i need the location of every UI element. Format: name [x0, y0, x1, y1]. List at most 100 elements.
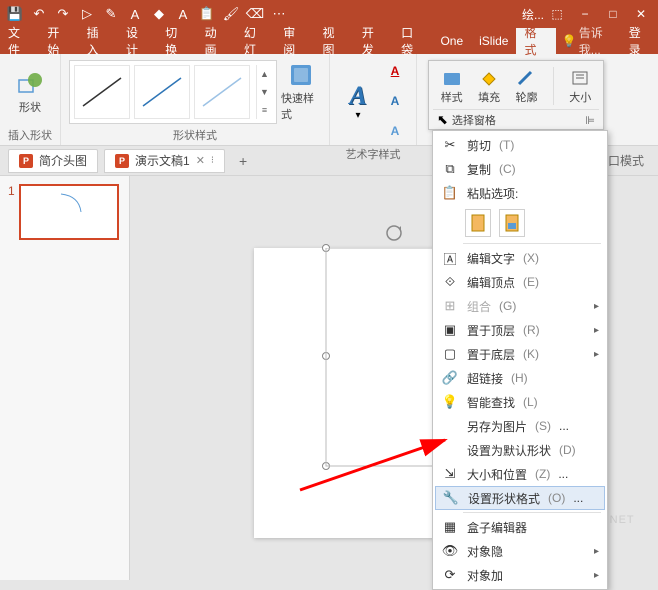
add-tab-button[interactable]: + — [231, 149, 255, 173]
doc-tab-2[interactable]: P 演示文稿1 ✕ ⁝ — [104, 149, 225, 173]
shapes-icon — [16, 69, 44, 97]
quick-access-toolbar: 💾 ↶ ↷ ▷ ✎ A ◆ A 📋 🖌 ⌫ ⋯ — [4, 3, 290, 25]
obj-load-icon: ⟳ — [441, 566, 459, 584]
close-icon[interactable]: ✕ — [628, 3, 654, 25]
redo-icon[interactable]: ↷ — [52, 3, 74, 25]
shape-style-3[interactable] — [194, 65, 250, 119]
tab-format[interactable]: 格式 — [516, 28, 555, 54]
select-pane-label[interactable]: 选择窗格 — [452, 112, 496, 128]
ctx-edit-points[interactable]: ⟐编辑顶点(E) — [435, 270, 605, 294]
outline-button[interactable]: 轮廓 — [515, 67, 537, 105]
box-editor-icon: ▦ — [441, 518, 459, 536]
start-from-beginning-icon[interactable]: ▷ — [76, 3, 98, 25]
ctx-paste-options-label: 📋粘贴选项: — [435, 181, 605, 205]
ctx-group: ⊞组合(G)▸ — [435, 294, 605, 318]
tab-pocket[interactable]: 口袋 — [393, 28, 432, 54]
paste-options — [435, 205, 605, 241]
wordart-icon: A — [344, 82, 372, 110]
tellme[interactable]: 💡 告诉我... — [562, 24, 623, 58]
rotation-handle[interactable] — [385, 224, 403, 242]
ctx-cut[interactable]: ✂剪切(T) — [435, 133, 605, 157]
undo-icon[interactable]: ↶ — [28, 3, 50, 25]
more-icon[interactable]: ⋯ — [268, 3, 290, 25]
edit-text-icon: 🄰 — [441, 249, 459, 267]
tab-animation[interactable]: 动画 — [197, 28, 236, 54]
close-tab-icon[interactable]: ✕ — [196, 154, 205, 167]
ctx-copy[interactable]: ⧉复制(C) — [435, 157, 605, 181]
ctx-save-as-picture[interactable]: 另存为图片(S)... — [435, 414, 605, 438]
clear-format-icon[interactable]: ⌫ — [244, 3, 266, 25]
shape-style-1[interactable] — [74, 65, 130, 119]
context-menu: ✂剪切(T) ⧉复制(C) 📋粘贴选项: 🄰编辑文字(X) ⟐编辑顶点(E) ⊞… — [432, 130, 608, 590]
fill-button[interactable]: 填充 — [478, 67, 500, 105]
paste-picture[interactable] — [499, 209, 525, 237]
paste-keep-formatting[interactable] — [465, 209, 491, 237]
group-icon: ⊞ — [441, 297, 459, 315]
shape-style-2[interactable] — [134, 65, 190, 119]
paste-icon: 📋 — [441, 184, 459, 202]
doc-tab-1[interactable]: P 简介头图 — [8, 149, 98, 173]
ribbon-group-insert-shapes: 形状 插入形状 — [0, 54, 61, 145]
tab-onekey[interactable]: One — [432, 28, 471, 54]
ribbon-options-icon[interactable]: ⬚ — [544, 3, 570, 25]
hyperlink-icon: 🔗 — [441, 369, 459, 387]
shape-fill-icon[interactable]: ◆ — [148, 3, 170, 25]
text-effects-icon[interactable]: A — [172, 3, 194, 25]
tab-design[interactable]: 设计 — [118, 28, 157, 54]
ctx-set-default-shape[interactable]: 设置为默认形状(D) — [435, 438, 605, 462]
ctx-format-shape[interactable]: 🔧设置形状格式(O)... — [435, 486, 605, 510]
ctx-send-back[interactable]: ▢置于底层(K)▸ — [435, 342, 605, 366]
tab-transition[interactable]: 切换 — [157, 28, 196, 54]
tab-develop[interactable]: 开发 — [354, 28, 393, 54]
font-color-icon[interactable]: A — [124, 3, 146, 25]
shapes-button[interactable]: 形状 — [10, 62, 50, 122]
ctx-box-editor[interactable]: ▦盒子编辑器 — [435, 515, 605, 539]
format-painter-icon[interactable]: 🖌 — [220, 3, 242, 25]
style-icon — [442, 67, 462, 89]
tab-view[interactable]: 视图 — [315, 28, 354, 54]
ctx-size-position[interactable]: ⇲大小和位置(Z)... — [435, 462, 605, 486]
shape-style-gallery[interactable]: ▲▼≡ — [69, 60, 277, 124]
tab-file[interactable]: 文件 — [0, 28, 39, 54]
align-icon[interactable]: ⊫ — [585, 114, 595, 127]
tab-insert[interactable]: 插入 — [79, 28, 118, 54]
size-icon — [570, 67, 590, 89]
minimize-icon[interactable]: − — [572, 3, 598, 25]
thumbnail-1[interactable]: 1 — [8, 184, 121, 240]
cut-icon: ✂ — [441, 136, 459, 154]
paste-icon[interactable]: 📋 — [196, 3, 218, 25]
wordart-swatches: A A A — [382, 58, 408, 144]
size-position-icon: ⇲ — [441, 465, 459, 483]
quick-styles-icon — [287, 62, 315, 88]
ctx-smart-lookup[interactable]: 💡智能查找(L) — [435, 390, 605, 414]
tab-start[interactable]: 开始 — [39, 28, 78, 54]
eyedropper-icon[interactable]: ✎ — [100, 3, 122, 25]
gallery-more[interactable]: ▲▼≡ — [256, 65, 272, 119]
tab-review[interactable]: 审阅 — [275, 28, 314, 54]
fill-icon — [479, 67, 499, 89]
ctx-edit-text[interactable]: 🄰编辑文字(X) — [435, 246, 605, 270]
text-effects-icon[interactable]: A — [382, 118, 408, 144]
ctx-obj-load[interactable]: ⟳对象加▸ — [435, 563, 605, 587]
ribbon-group-wordart-styles: A ▾ A A A 艺术字样式 — [330, 54, 417, 145]
smart-lookup-icon: 💡 — [441, 393, 459, 411]
save-icon[interactable]: 💾 — [4, 3, 26, 25]
size-button[interactable]: 大小 — [569, 67, 591, 105]
text-outline-icon[interactable]: A — [382, 88, 408, 114]
text-fill-icon[interactable]: A — [382, 58, 408, 84]
style-button[interactable]: 样式 — [441, 67, 463, 105]
obj-hide-icon: 👁 — [441, 542, 459, 560]
pin-tab-icon[interactable]: ⁝ — [211, 155, 214, 166]
quick-styles-button[interactable]: 快速样式 — [281, 62, 321, 122]
send-back-icon: ▢ — [441, 345, 459, 363]
login-link[interactable]: 登录 — [629, 24, 652, 58]
ctx-hyperlink[interactable]: 🔗超链接(H) — [435, 366, 605, 390]
tab-islide[interactable]: iSlide — [471, 28, 516, 54]
maximize-icon[interactable]: □ — [600, 3, 626, 25]
outline-icon — [516, 67, 536, 89]
ctx-obj-hide[interactable]: 👁对象隐▸ — [435, 539, 605, 563]
ctx-bring-front[interactable]: ▣置于顶层(R)▸ — [435, 318, 605, 342]
wordart-button[interactable]: A ▾ — [338, 71, 378, 131]
tab-slideshow[interactable]: 幻灯 — [236, 28, 275, 54]
ribbon-group-shape-styles: ▲▼≡ 快速样式 形状样式 — [61, 54, 330, 145]
